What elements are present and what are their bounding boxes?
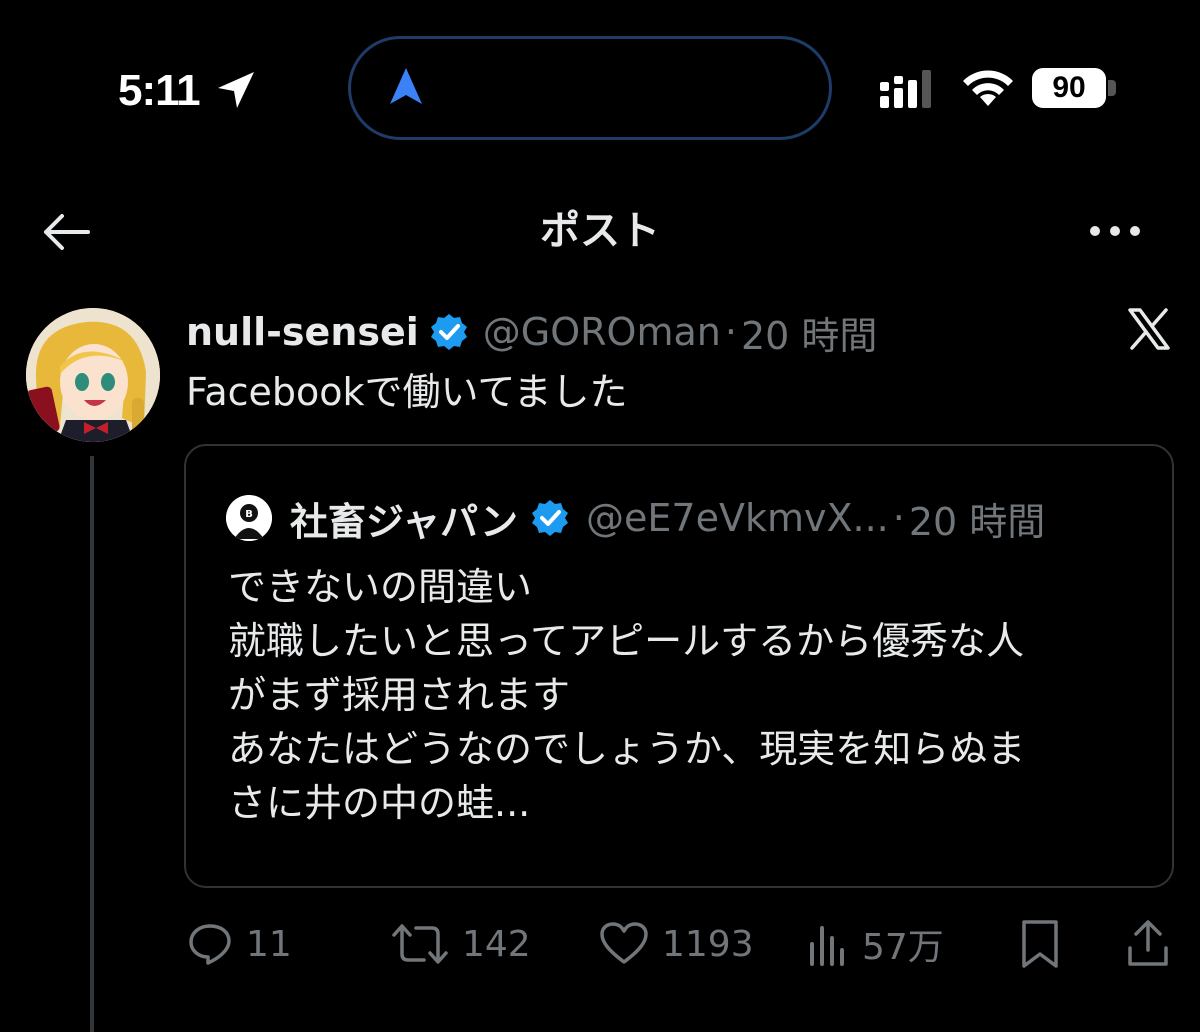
author-name[interactable]: null-sensei	[186, 310, 419, 354]
battery-cap	[1108, 80, 1116, 96]
views-button[interactable]: 57万	[806, 912, 944, 976]
like-icon	[600, 922, 648, 964]
bookmark-button[interactable]	[1018, 912, 1074, 976]
like-button[interactable]: 1193	[598, 912, 754, 976]
quoted-post-header: B 社畜ジャパン @eE7eVkmvX... · 20 時間	[226, 490, 1045, 546]
post-time[interactable]: 20 時間	[741, 305, 877, 360]
post-text: Facebookで働いてました	[186, 370, 628, 414]
post-header: null-sensei @GOROman · 20 時間	[186, 304, 877, 360]
reply-count: 11	[246, 923, 292, 965]
quoted-text-line: さに井の中の蛙...	[228, 781, 531, 825]
repost-icon	[392, 924, 448, 964]
quoted-author-handle: @eE7eVkmvX...	[586, 496, 889, 540]
separator-dot: ·	[892, 496, 905, 540]
share-icon	[1128, 920, 1168, 966]
more-icon[interactable]	[1088, 216, 1142, 246]
quoted-text-line: がまず採用されます	[228, 673, 571, 717]
quoted-author-avatar: B	[226, 495, 272, 541]
svg-text:B: B	[245, 509, 253, 520]
separator-dot: ·	[724, 310, 737, 354]
reply-button[interactable]: 11	[186, 912, 292, 976]
quoted-text-line: 就職したいと思ってアピールするから優秀な人	[228, 619, 1025, 663]
repost-count: 142	[462, 923, 531, 965]
x-logo-icon	[1128, 308, 1170, 350]
thread-line	[90, 456, 94, 1032]
quoted-post-text: できないの間違い 就職したいと思ってアピールするから優秀な人 がまず採用されます…	[228, 560, 1025, 830]
author-avatar[interactable]	[26, 308, 160, 442]
quoted-text-line: できないの間違い	[228, 565, 533, 609]
repost-button[interactable]: 142	[390, 912, 531, 976]
navigation-icon	[390, 68, 422, 104]
signal-icon	[880, 70, 931, 108]
author-handle[interactable]: @GOROman	[483, 310, 721, 354]
like-count: 1193	[662, 923, 754, 965]
share-button[interactable]	[1126, 912, 1182, 976]
wifi-icon	[963, 70, 1013, 106]
page-title: ポスト	[540, 208, 660, 254]
reply-icon	[189, 924, 231, 965]
views-count: 57万	[862, 927, 944, 968]
verified-badge-icon	[532, 500, 569, 536]
views-icon	[810, 926, 844, 966]
quoted-text-line: あなたはどうなのでしょうか、現実を知らぬま	[228, 727, 1026, 771]
verified-badge-icon	[430, 314, 467, 350]
action-bar: 11 142 1193 57万	[186, 912, 1176, 976]
quoted-post-time: 20 時間	[908, 499, 1046, 544]
battery-icon: 90	[1032, 68, 1106, 108]
location-arrow-icon	[218, 72, 254, 108]
quoted-post[interactable]: B 社畜ジャパン @eE7eVkmvX... · 20 時間 できないの間違い …	[184, 444, 1174, 888]
status-time: 5:11	[118, 66, 201, 115]
bookmark-icon	[1022, 920, 1058, 968]
quoted-author-name: 社畜ジャパン	[290, 499, 519, 544]
